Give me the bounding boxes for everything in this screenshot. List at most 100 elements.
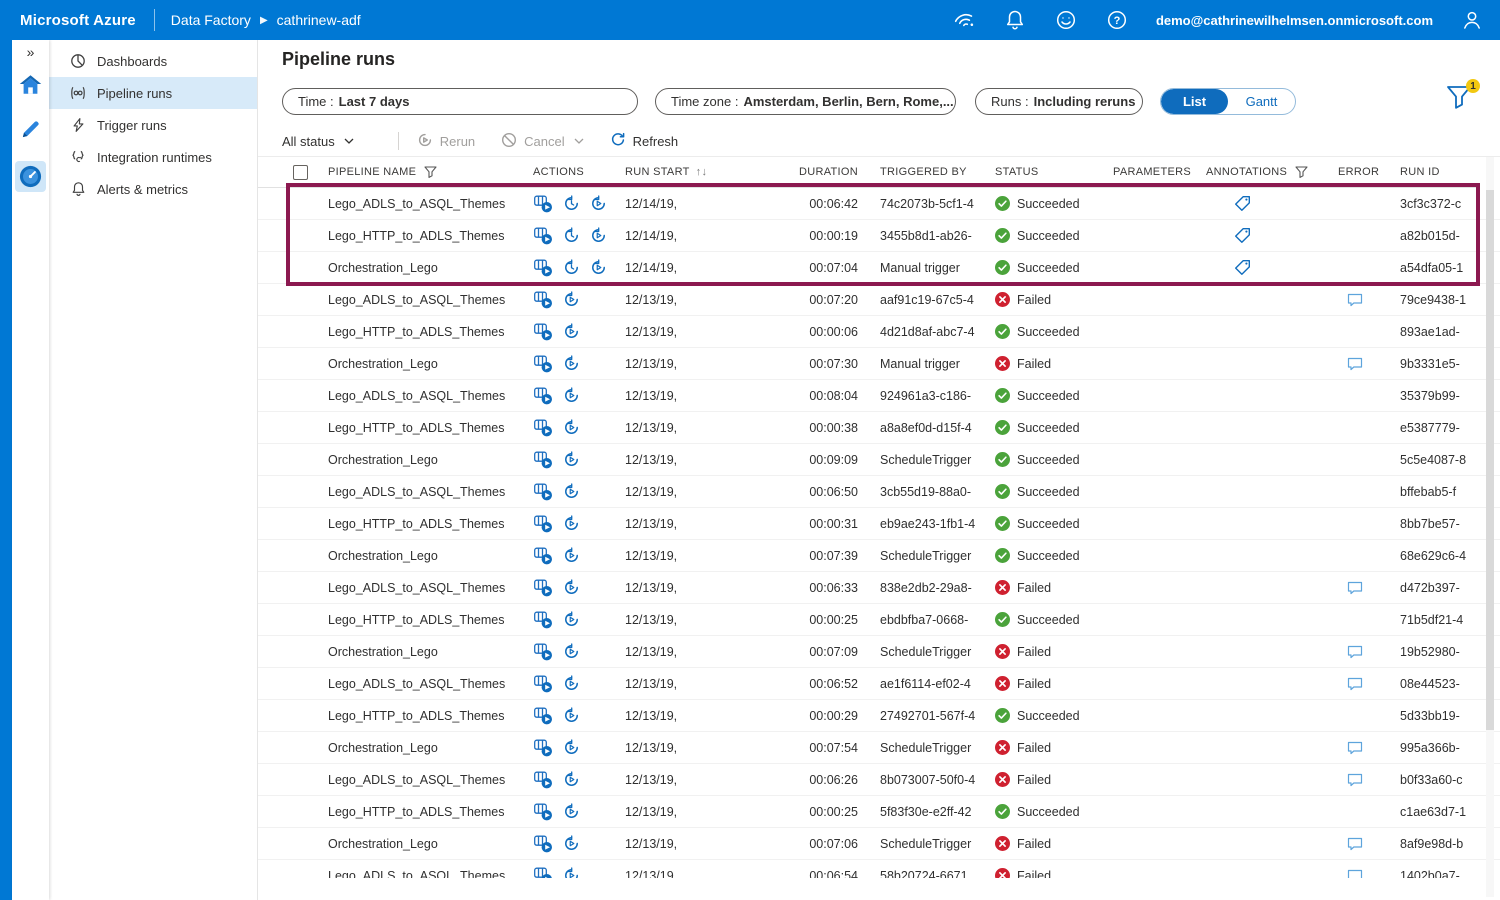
table-row[interactable]: Lego_ADLS_to_ASQL_Themes 12/14/19, 00:06… — [258, 188, 1500, 220]
cancel-button[interactable]: Cancel — [501, 132, 583, 151]
sidebar-item-trigger-runs[interactable]: Trigger runs — [49, 109, 257, 141]
view-activity-runs-icon[interactable] — [533, 707, 553, 725]
table-row[interactable]: Lego_ADLS_to_ASQL_Themes 12/13/19, 00:07… — [258, 284, 1500, 316]
view-activity-runs-icon[interactable] — [533, 675, 553, 693]
account-email[interactable]: demo@cathrinewilhelmsen.onmicrosoft.com — [1156, 13, 1433, 28]
table-row[interactable]: Lego_HTTP_to_ADLS_Themes 12/13/19, 00:00… — [258, 700, 1500, 732]
error-message-icon[interactable] — [1347, 357, 1363, 371]
pipeline-name-cell[interactable]: Orchestration_Lego — [328, 261, 438, 275]
help-icon[interactable]: ? — [1105, 8, 1129, 32]
error-message-icon[interactable] — [1347, 581, 1363, 595]
view-activity-runs-icon[interactable] — [533, 611, 553, 629]
pipeline-name-cell[interactable]: Lego_ADLS_to_ASQL_Themes — [328, 197, 505, 211]
pipeline-name-cell[interactable]: Lego_HTTP_to_ADLS_Themes — [328, 325, 504, 339]
account-person-icon[interactable] — [1460, 8, 1484, 32]
error-message-icon[interactable] — [1347, 837, 1363, 851]
view-activity-runs-icon[interactable] — [533, 451, 553, 469]
table-row[interactable]: Lego_HTTP_to_ADLS_Themes 12/13/19, 00:00… — [258, 796, 1500, 828]
view-activity-runs-icon[interactable] — [533, 867, 553, 879]
azure-brand[interactable]: Microsoft Azure — [20, 12, 136, 29]
table-row[interactable]: Lego_HTTP_to_ADLS_Themes 12/13/19, 00:00… — [258, 508, 1500, 540]
pipeline-name-cell[interactable]: Orchestration_Lego — [328, 645, 438, 659]
view-activity-runs-icon[interactable] — [533, 419, 553, 437]
pipeline-name-cell[interactable]: Orchestration_Lego — [328, 741, 438, 755]
rail-home-icon[interactable] — [15, 69, 46, 100]
notifications-bell-icon[interactable] — [1003, 8, 1027, 32]
table-row[interactable]: Lego_HTTP_to_ADLS_Themes 12/14/19, 00:00… — [258, 220, 1500, 252]
rerun-icon[interactable] — [563, 643, 580, 660]
table-row[interactable]: Orchestration_Lego 12/13/19, 00:07:54 Sc… — [258, 732, 1500, 764]
pipeline-name-cell[interactable]: Lego_HTTP_to_ADLS_Themes — [328, 421, 504, 435]
pipeline-name-cell[interactable]: Lego_HTTP_to_ADLS_Themes — [328, 613, 504, 627]
view-activity-runs-icon[interactable] — [533, 771, 553, 789]
refresh-button[interactable]: Refresh — [610, 132, 679, 151]
table-row[interactable]: Lego_ADLS_to_ASQL_Themes 12/13/19, 00:06… — [258, 764, 1500, 796]
rerun-icon[interactable] — [563, 835, 580, 852]
rerun-icon[interactable] — [563, 547, 580, 564]
rail-author-pencil-icon[interactable] — [15, 114, 46, 145]
rerun-icon[interactable] — [563, 419, 580, 436]
pipeline-name-cell[interactable]: Lego_ADLS_to_ASQL_Themes — [328, 869, 505, 879]
view-activity-runs-icon[interactable] — [533, 803, 553, 821]
view-activity-runs-icon[interactable] — [533, 291, 553, 309]
rerun-icon[interactable] — [563, 739, 580, 756]
view-activity-runs-icon[interactable] — [533, 195, 553, 213]
rerun-icon[interactable] — [563, 707, 580, 724]
annotations-filter-funnel-icon[interactable] — [1295, 166, 1308, 178]
view-activity-runs-icon[interactable] — [533, 643, 553, 661]
rerun-icon[interactable] — [563, 867, 580, 878]
header-run-start[interactable]: RUN START — [625, 166, 690, 178]
rerun-icon[interactable] — [563, 803, 580, 820]
rerun-icon[interactable] — [563, 611, 580, 628]
pipeline-name-cell[interactable]: Lego_ADLS_to_ASQL_Themes — [328, 293, 505, 307]
view-activity-runs-icon[interactable] — [533, 323, 553, 341]
view-activity-runs-icon[interactable] — [533, 483, 553, 501]
view-activity-runs-icon[interactable] — [533, 387, 553, 405]
view-activity-runs-icon[interactable] — [533, 739, 553, 757]
pipeline-name-cell[interactable]: Lego_HTTP_to_ADLS_Themes — [328, 709, 504, 723]
table-row[interactable]: Lego_HTTP_to_ADLS_Themes 12/13/19, 00:00… — [258, 412, 1500, 444]
pipeline-name-cell[interactable]: Lego_ADLS_to_ASQL_Themes — [328, 581, 505, 595]
table-row[interactable]: Lego_ADLS_to_ASQL_Themes 12/13/19, 00:06… — [258, 860, 1500, 878]
rerun-icon[interactable] — [563, 291, 580, 308]
signal-icon[interactable] — [949, 5, 979, 35]
sidebar-item-dashboards[interactable]: Dashboards — [49, 45, 257, 77]
rerun-from-activity-icon[interactable] — [563, 227, 580, 244]
rerun-icon[interactable] — [563, 355, 580, 372]
toggle-list[interactable]: List — [1161, 89, 1228, 114]
view-activity-runs-icon[interactable] — [533, 579, 553, 597]
pipeline-name-cell[interactable]: Lego_ADLS_to_ASQL_Themes — [328, 389, 505, 403]
pipeline-name-cell[interactable]: Orchestration_Lego — [328, 453, 438, 467]
pipeline-name-cell[interactable]: Lego_HTTP_to_ADLS_Themes — [328, 517, 504, 531]
view-activity-runs-icon[interactable] — [533, 259, 553, 277]
table-row[interactable]: Orchestration_Lego 12/13/19, 00:07:09 Sc… — [258, 636, 1500, 668]
rerun-icon[interactable] — [563, 451, 580, 468]
sidebar-item-integration-runtimes[interactable]: Integration runtimes — [49, 141, 257, 173]
rerun-icon[interactable] — [590, 259, 607, 276]
rerun-icon[interactable] — [590, 195, 607, 212]
view-activity-runs-icon[interactable] — [533, 547, 553, 565]
rerun-icon[interactable] — [563, 515, 580, 532]
table-row[interactable]: Lego_HTTP_to_ADLS_Themes 12/13/19, 00:00… — [258, 316, 1500, 348]
table-row[interactable]: Lego_ADLS_to_ASQL_Themes 12/13/19, 00:06… — [258, 476, 1500, 508]
rerun-icon[interactable] — [563, 579, 580, 596]
table-row[interactable]: Orchestration_Lego 12/13/19, 00:09:09 Sc… — [258, 444, 1500, 476]
rerun-icon[interactable] — [563, 387, 580, 404]
table-row[interactable]: Lego_ADLS_to_ASQL_Themes 12/13/19, 00:08… — [258, 380, 1500, 412]
table-row[interactable]: Orchestration_Lego 12/14/19, 00:07:04 Ma… — [258, 252, 1500, 284]
rerun-from-activity-icon[interactable] — [563, 195, 580, 212]
table-row[interactable]: Lego_HTTP_to_ADLS_Themes 12/13/19, 00:00… — [258, 604, 1500, 636]
filter-funnel-icon[interactable]: 1 — [1446, 84, 1476, 116]
pipeline-filter-funnel-icon[interactable] — [424, 166, 437, 178]
vertical-scrollbar-thumb[interactable] — [1486, 190, 1494, 730]
select-all-checkbox[interactable] — [293, 165, 308, 180]
pipeline-name-cell[interactable]: Lego_ADLS_to_ASQL_Themes — [328, 773, 505, 787]
timezone-filter-pill[interactable]: Time zone :Amsterdam, Berlin, Bern, Rome… — [655, 88, 956, 115]
table-row[interactable]: Lego_ADLS_to_ASQL_Themes 12/13/19, 00:06… — [258, 668, 1500, 700]
pipeline-name-cell[interactable]: Lego_HTTP_to_ADLS_Themes — [328, 229, 504, 243]
rerun-icon[interactable] — [563, 483, 580, 500]
table-row[interactable]: Orchestration_Lego 12/13/19, 00:07:39 Sc… — [258, 540, 1500, 572]
view-activity-runs-icon[interactable] — [533, 835, 553, 853]
breadcrumb-resource[interactable]: cathrinew-adf — [277, 12, 361, 28]
pipeline-name-cell[interactable]: Lego_ADLS_to_ASQL_Themes — [328, 485, 505, 499]
